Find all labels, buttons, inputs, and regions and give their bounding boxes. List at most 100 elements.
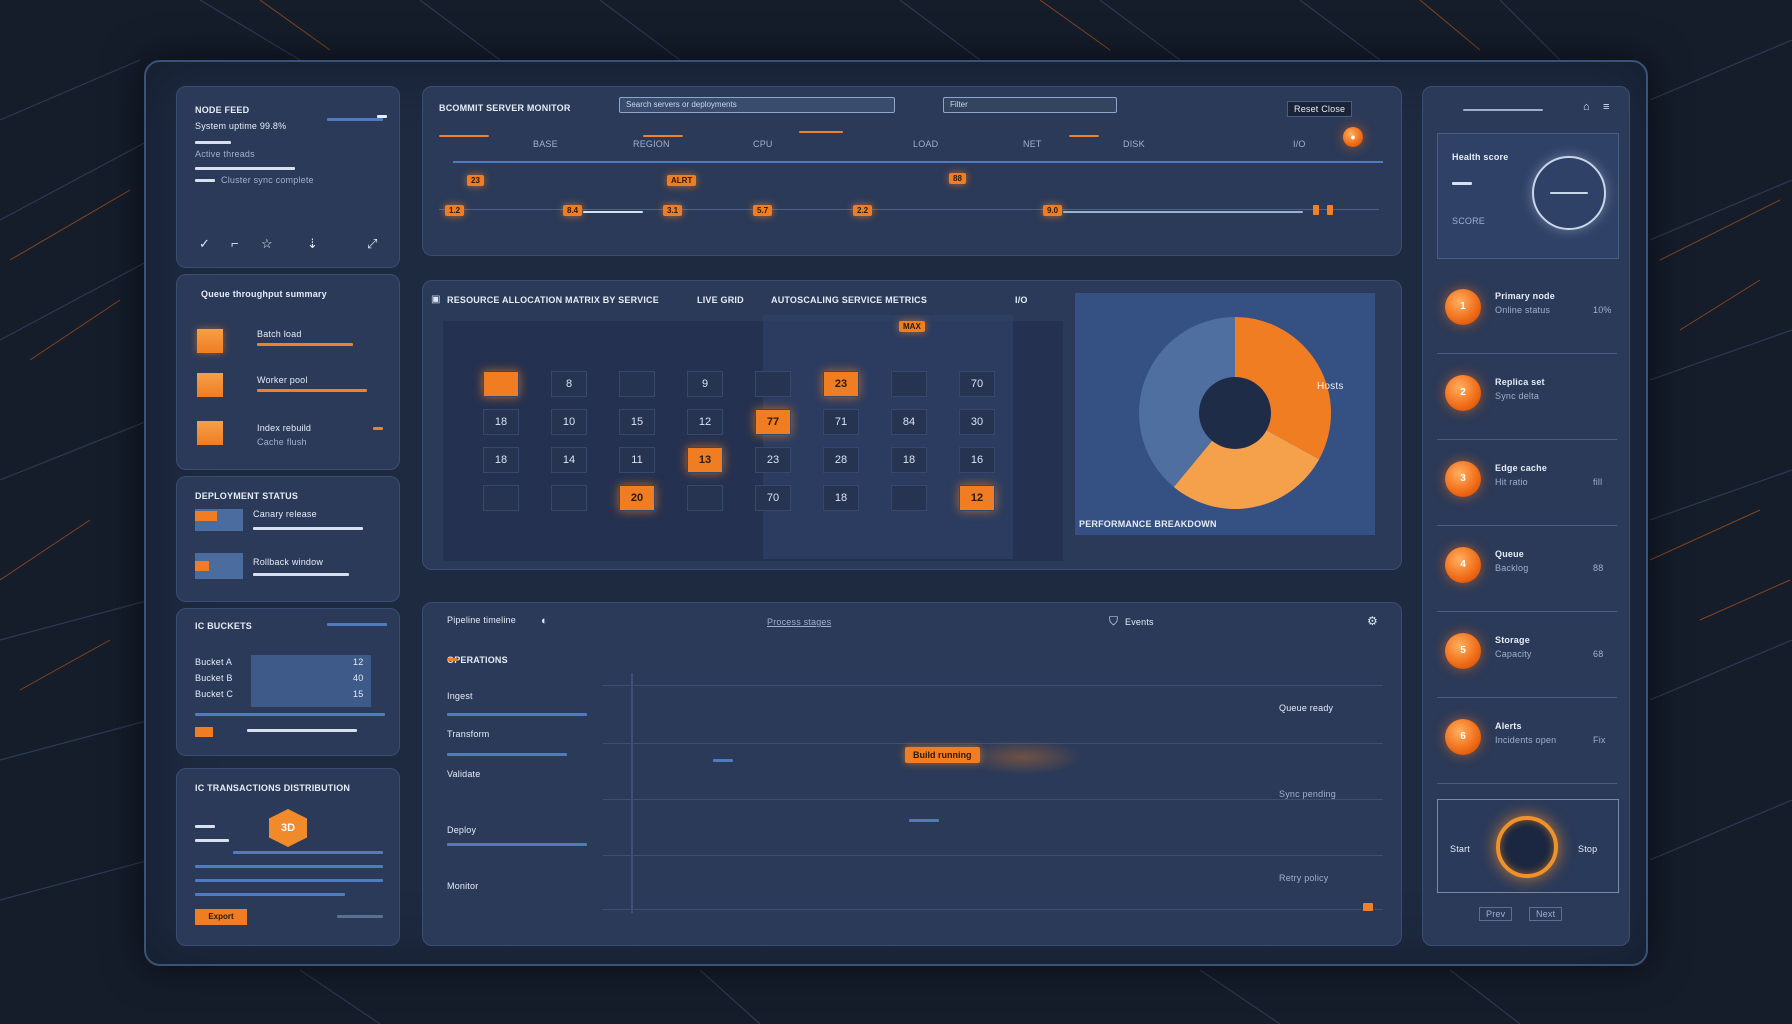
grid-cell[interactable]: 10 [551,409,587,435]
account-item-subtitle: Online status [1495,305,1551,315]
account-item-title[interactable]: Primary node [1495,291,1555,301]
grid-cell[interactable] [551,485,587,511]
bookmark-icon[interactable]: ⌐ [231,237,239,250]
grid-cell[interactable]: 23 [755,447,791,473]
bucket-value-1: 12 [353,657,364,667]
grid-cell[interactable]: 11 [619,447,655,473]
divider [1437,353,1617,354]
refresh-icon[interactable]: ◐ [541,615,548,628]
lane-transform: Transform [447,729,490,739]
export-button[interactable]: Export [195,909,247,925]
star-icon[interactable]: ☆ [261,237,273,250]
grid-cell[interactable] [687,485,723,511]
deploy-title: DEPLOYMENT STATUS [195,491,299,501]
shield-icon[interactable]: ⛉ [1109,615,1118,628]
grid-cell[interactable]: 9 [687,371,723,397]
account-orb-icon[interactable]: 5 [1445,633,1481,669]
queue-row-2: Worker pool [257,375,308,385]
pin-icon[interactable]: ⇣ [307,237,318,250]
grid-highlight-tag: MAX [899,321,925,332]
grid-cell[interactable]: 28 [823,447,859,473]
queue-row-3: Index rebuild [257,423,312,433]
grid-cell[interactable]: 8 [551,371,587,397]
grid-cell[interactable]: 12 [959,485,995,511]
settings-icon[interactable]: ⚙ [1367,615,1378,628]
prev-button[interactable]: Prev [1479,907,1513,921]
account-orb-icon[interactable]: 1 [1445,289,1481,325]
grid-cell[interactable] [891,485,927,511]
account-item-title[interactable]: Edge cache [1495,463,1547,473]
transactions-title: IC TRANSACTIONS DISTRIBUTION [195,783,351,793]
grid-cell[interactable]: 13 [687,447,723,473]
lane-deploy: Deploy [447,825,477,835]
grid-cell[interactable]: 12 [687,409,723,435]
account-orb-icon[interactable]: 3 [1445,461,1481,497]
grid-cell[interactable]: 18 [483,447,519,473]
grid-cell[interactable]: 70 [959,371,995,397]
grid-cell[interactable] [483,371,519,397]
bucket-value-2: 40 [353,673,364,683]
grid-cell[interactable] [891,371,927,397]
menu-icon[interactable]: ≡ [1603,101,1609,114]
window-controls[interactable]: Reset Close [1287,101,1353,117]
account-orb-icon[interactable]: 2 [1445,375,1481,411]
health-card: Health score SCORE [1437,133,1619,259]
pie-caption: PERFORMANCE BREAKDOWN [1079,519,1217,529]
ring-right-label[interactable]: Stop [1578,844,1597,854]
feed-line-1: System uptime 99.8% [195,121,287,131]
server-search-input[interactable]: Search servers or deployments [619,97,895,113]
divider [1437,439,1617,440]
pipeline-timeline-panel: Pipeline timeline ◐ Process stages ⛉ Eve… [422,602,1402,946]
right-accounts-panel: ⌂ ≡ Health score SCORE 1 Primary node Onli… [1422,86,1630,946]
grid-cell[interactable]: 18 [483,409,519,435]
account-item-title[interactable]: Storage [1495,635,1530,645]
divider [1437,697,1617,698]
filter-input[interactable]: Filter [943,97,1117,113]
next-button[interactable]: Next [1529,907,1563,921]
grid-cell[interactable] [619,371,655,397]
col-net: NET [1023,139,1042,149]
pie-hole [1199,377,1271,449]
grid-cell[interactable]: 77 [755,409,791,435]
left-panel-deploy: DEPLOYMENT STATUS Canary release Rollbac… [176,476,400,602]
grid-cell[interactable]: 14 [551,447,587,473]
grid-cell[interactable]: 84 [891,409,927,435]
col-base: BASE [533,139,558,149]
col-cpu: CPU [753,139,773,149]
user-icon[interactable]: ⌂ [1583,101,1590,114]
account-item-title[interactable]: Queue [1495,549,1524,559]
bucket-value-3: 15 [353,689,364,699]
account-orb-icon[interactable]: 4 [1445,547,1481,583]
resource-matrix-panel: RESOURCE ALLOCATION MATRIX BY SERVICE LI… [422,280,1402,570]
grid-cell[interactable]: 15 [619,409,655,435]
account-orb-icon[interactable]: 6 [1445,719,1481,755]
grid-cell[interactable] [755,371,791,397]
account-item-meta: Fix [1593,735,1606,745]
queue-row-1: Batch load [257,329,302,339]
account-item-meta: fill [1593,477,1603,487]
grid-cell[interactable]: 70 [755,485,791,511]
account-item-title[interactable]: Replica set [1495,377,1545,387]
grid-cell[interactable]: 20 [619,485,655,511]
grid-cell[interactable]: 18 [823,485,859,511]
account-item-meta: 68 [1593,649,1604,659]
grid-icon[interactable]: ▣ [431,293,440,306]
dashboard-window: NODE FEED System uptime 99.8% Active thr… [144,60,1648,966]
expand-icon[interactable]: ⤢ [367,237,377,250]
ring-left-label[interactable]: Start [1450,844,1470,854]
check-icon[interactable]: ✓ [199,237,210,250]
note-retry-policy: Retry policy [1279,873,1329,883]
matrix-title: RESOURCE ALLOCATION MATRIX BY SERVICE [447,295,659,305]
metric-tag: 5.7 [753,205,773,216]
grid-cell[interactable] [483,485,519,511]
grid-cell[interactable]: 23 [823,371,859,397]
grid-cell[interactable]: 16 [959,447,995,473]
col-io: I/O [1293,139,1306,149]
grid-cell[interactable]: 30 [959,409,995,435]
account-item-title[interactable]: Alerts [1495,721,1522,731]
grid-cell[interactable]: 71 [823,409,859,435]
alert-indicator-icon[interactable]: ● [1343,127,1363,147]
grid-cell[interactable]: 18 [891,447,927,473]
account-item-subtitle: Hit ratio [1495,477,1528,487]
lane-monitor: Monitor [447,881,479,891]
